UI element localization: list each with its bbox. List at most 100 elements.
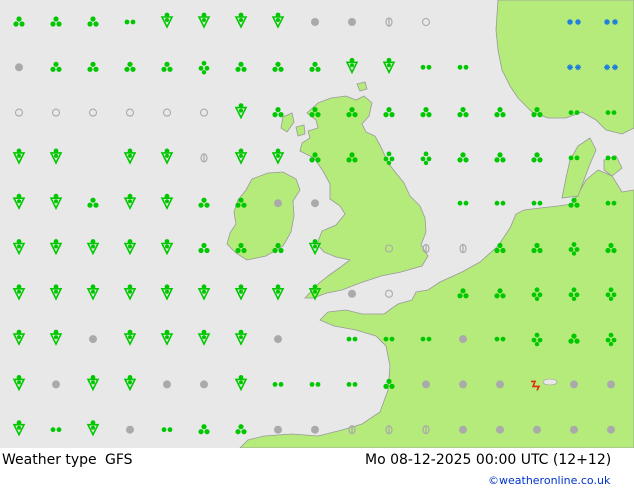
drizzle-icon [605,110,617,115]
heavy-rain-icon [86,284,100,301]
rain-shower-icon [383,378,395,389]
overcast-icon [89,335,97,344]
heavy-rain-icon [49,329,63,346]
overcast-icon [126,425,134,434]
heavy-rain-icon [160,329,174,346]
overcast-icon [200,380,208,389]
overcast-icon [570,425,578,434]
drizzle-icon [568,110,580,115]
rain-shower-icon [494,288,506,299]
rain-shower-icon [198,424,210,435]
thunder-icon [531,380,541,391]
drizzle-icon [457,200,469,206]
rain-shower-icon [457,288,469,299]
rain-shower-icon [161,61,173,72]
rain-shower-icon [309,152,321,163]
overcast-icon [422,380,430,389]
heavy-rain-icon [12,148,26,165]
rain-icon [568,242,580,256]
rain-shower-icon [87,16,99,27]
drizzle-icon [161,427,173,433]
cloudy-icon [14,108,24,117]
cloudy-icon [162,108,172,117]
heavy-rain-icon [197,12,211,29]
heavy-rain-icon [123,284,137,301]
drizzle-icon [50,427,62,433]
heavy-rain-icon [197,284,211,301]
overcast-icon [459,425,467,434]
heavy-rain-icon [234,329,248,346]
heavy-rain-icon [49,239,63,256]
rain-shower-icon [494,107,506,118]
heavy-rain-icon [12,329,26,346]
rain-shower-icon [309,61,321,72]
snow-icon [604,19,618,25]
drizzle-icon [494,200,506,206]
drizzle-icon [420,64,432,70]
rain-shower-icon [420,107,432,118]
heavy-rain-icon [123,239,137,256]
heavy-rain-icon [160,193,174,210]
rain-shower-icon [309,107,321,118]
drizzle-icon [494,336,506,342]
drizzle-icon [605,200,617,206]
drizzle-icon [346,336,358,342]
heavy-rain-icon [12,193,26,210]
rain-icon [568,287,580,301]
overcast-icon [274,425,282,434]
drizzle-icon [420,336,432,342]
overcast-icon [496,425,504,434]
drizzle-icon [531,200,543,206]
rain-shower-icon [198,197,210,208]
overcast-icon [533,425,541,434]
symbol-layer [12,12,618,437]
rain-icon [198,60,210,75]
rain-shower-icon [531,152,543,163]
rain-icon [420,151,432,166]
valid-time: Mo 08-12-2025 00:00 UTC (12+12) [365,452,612,468]
heavy-rain-icon [234,375,248,392]
heavy-rain-icon [234,12,248,29]
rain-shower-icon [531,107,543,118]
cloudy-icon [421,17,431,27]
drizzle-icon [568,155,580,161]
partly-cloudy-icon [385,425,393,435]
heavy-rain-icon [86,420,100,437]
heavy-rain-icon [12,420,26,437]
rain-shower-icon [235,242,247,254]
rain-shower-icon [457,152,469,163]
rain-shower-icon [568,333,580,344]
overcast-icon [459,380,467,389]
rain-icon [605,287,617,301]
rain-icon [531,287,543,301]
heavy-rain-icon [382,57,396,75]
overcast-icon [274,335,282,344]
overcast-icon [607,425,615,434]
overcast-icon [607,380,615,389]
cloudy-icon [384,289,394,298]
overcast-icon [163,380,171,389]
heavy-rain-icon [86,375,100,392]
heavy-rain-icon [160,148,174,165]
rain-shower-icon [494,242,506,254]
heavy-rain-icon [12,284,26,301]
heavy-rain-icon [197,329,211,346]
heavy-rain-icon [123,375,137,392]
heavy-rain-icon [49,193,63,210]
overcast-icon [496,380,504,389]
rain-shower-icon [124,61,136,72]
drizzle-icon [309,382,321,387]
rain-shower-icon [272,242,284,254]
rain-shower-icon [13,16,25,27]
rain-shower-icon [605,242,617,254]
drizzle-icon [272,382,284,387]
snow-icon [604,64,618,71]
rain-shower-icon [346,152,358,163]
snow-icon [567,64,581,71]
cloudy-icon [88,108,98,117]
partly-cloudy-icon [200,153,208,163]
overcast-icon [311,18,319,26]
credit-link[interactable]: ©weatheronline.co.uk [488,474,610,487]
rain-shower-icon [50,16,62,27]
partly-cloudy-icon [385,17,393,27]
